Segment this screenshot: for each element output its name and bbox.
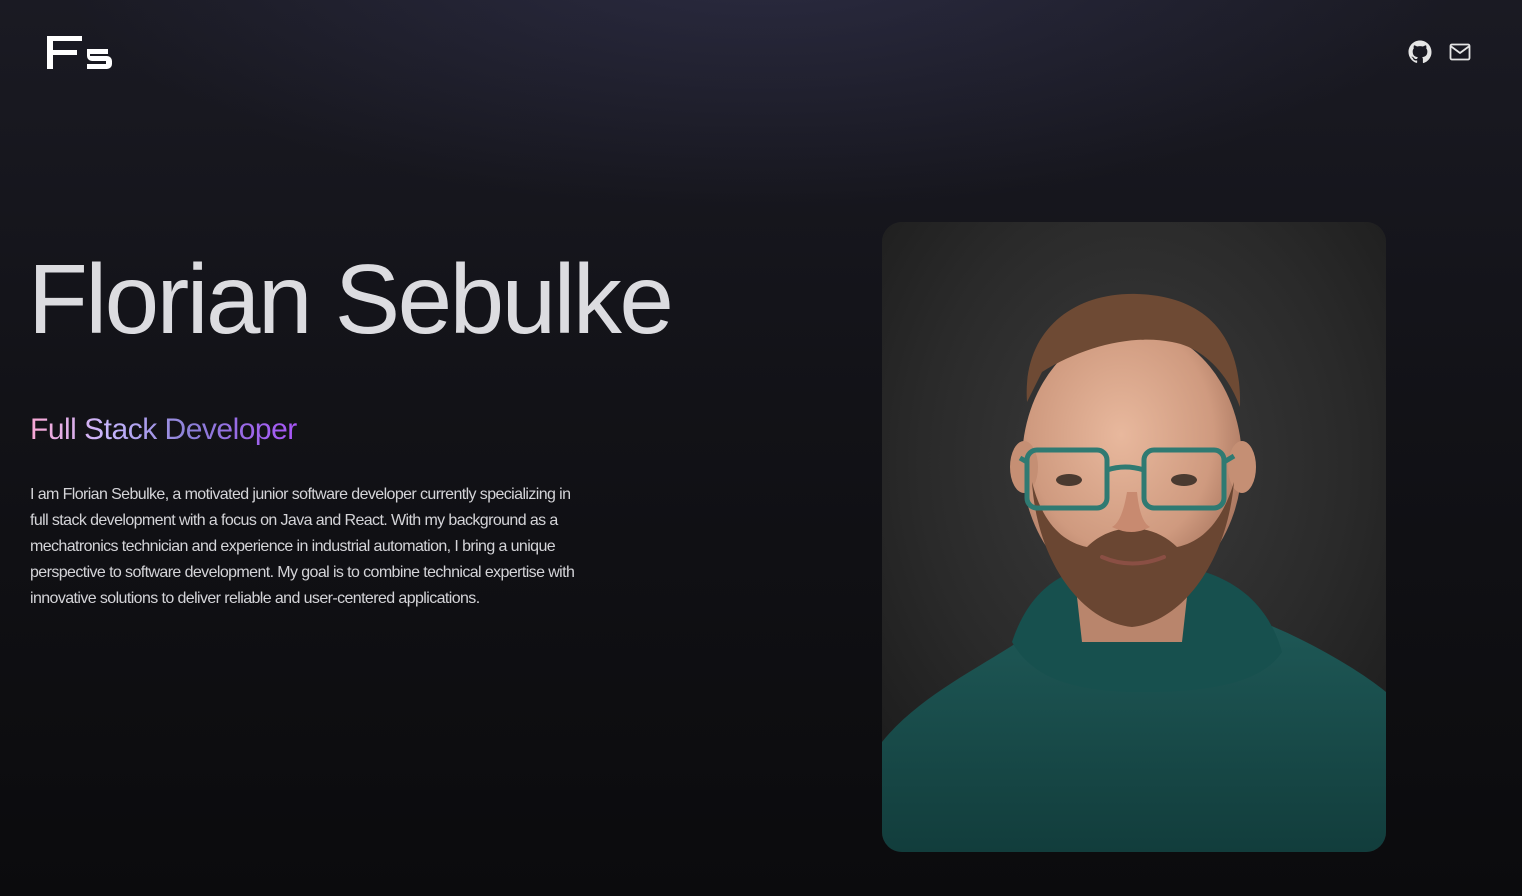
bio-paragraph: I am Florian Sebulke, a motivated junior… [30, 486, 575, 607]
site-logo[interactable] [44, 30, 116, 76]
github-icon [1408, 40, 1432, 64]
github-link[interactable] [1408, 40, 1432, 64]
fs-monogram-logo-icon [47, 36, 112, 69]
portrait-illustration [882, 222, 1386, 852]
social-links [1408, 40, 1472, 64]
mail-icon [1449, 43, 1471, 61]
job-title: Full Stack Developer [30, 413, 297, 446]
profile-photo [882, 222, 1386, 852]
email-link[interactable] [1448, 40, 1472, 64]
hero-name: Florian Sebulke [28, 244, 674, 354]
